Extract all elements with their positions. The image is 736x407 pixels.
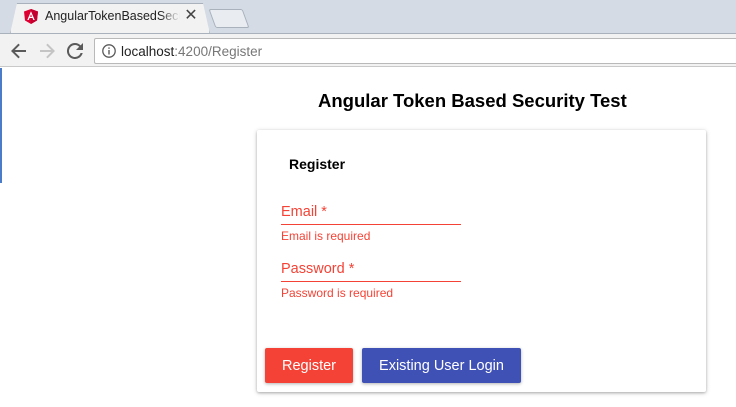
close-tab-icon[interactable]: ✕ bbox=[184, 8, 198, 24]
page-title: Angular Token Based Security Test bbox=[318, 90, 627, 111]
password-error-message: Password is required bbox=[281, 286, 394, 300]
email-error-message: Email is required bbox=[281, 229, 371, 243]
address-bar[interactable]: localhost:4200/Register bbox=[94, 38, 736, 64]
window-edge bbox=[0, 68, 2, 183]
password-field[interactable]: Password * Password is required bbox=[281, 261, 461, 300]
reload-icon[interactable] bbox=[64, 40, 86, 62]
url-host: localhost bbox=[121, 44, 175, 59]
angular-icon bbox=[24, 9, 38, 24]
register-button[interactable]: Register bbox=[265, 348, 353, 383]
back-arrow-icon[interactable] bbox=[8, 40, 30, 62]
url-text[interactable]: localhost:4200/Register bbox=[121, 44, 262, 59]
password-field-label[interactable]: Password * bbox=[281, 261, 461, 282]
browser-tab-strip: AngularTokenBasedSecurity ✕ bbox=[0, 0, 736, 34]
tab-title: AngularTokenBasedSecurity bbox=[45, 9, 180, 23]
new-tab-button[interactable] bbox=[208, 9, 250, 28]
info-icon[interactable] bbox=[102, 44, 116, 58]
email-field-label[interactable]: Email * bbox=[281, 204, 461, 225]
email-field[interactable]: Email * Email is required bbox=[281, 204, 461, 243]
browser-toolbar: localhost:4200/Register bbox=[0, 33, 736, 67]
existing-user-login-button[interactable]: Existing User Login bbox=[362, 348, 521, 383]
card-title: Register bbox=[289, 156, 346, 172]
forward-arrow-icon[interactable] bbox=[36, 40, 58, 62]
register-card: Register Email * Email is required Passw… bbox=[257, 130, 706, 392]
url-path: :4200/Register bbox=[174, 44, 263, 59]
